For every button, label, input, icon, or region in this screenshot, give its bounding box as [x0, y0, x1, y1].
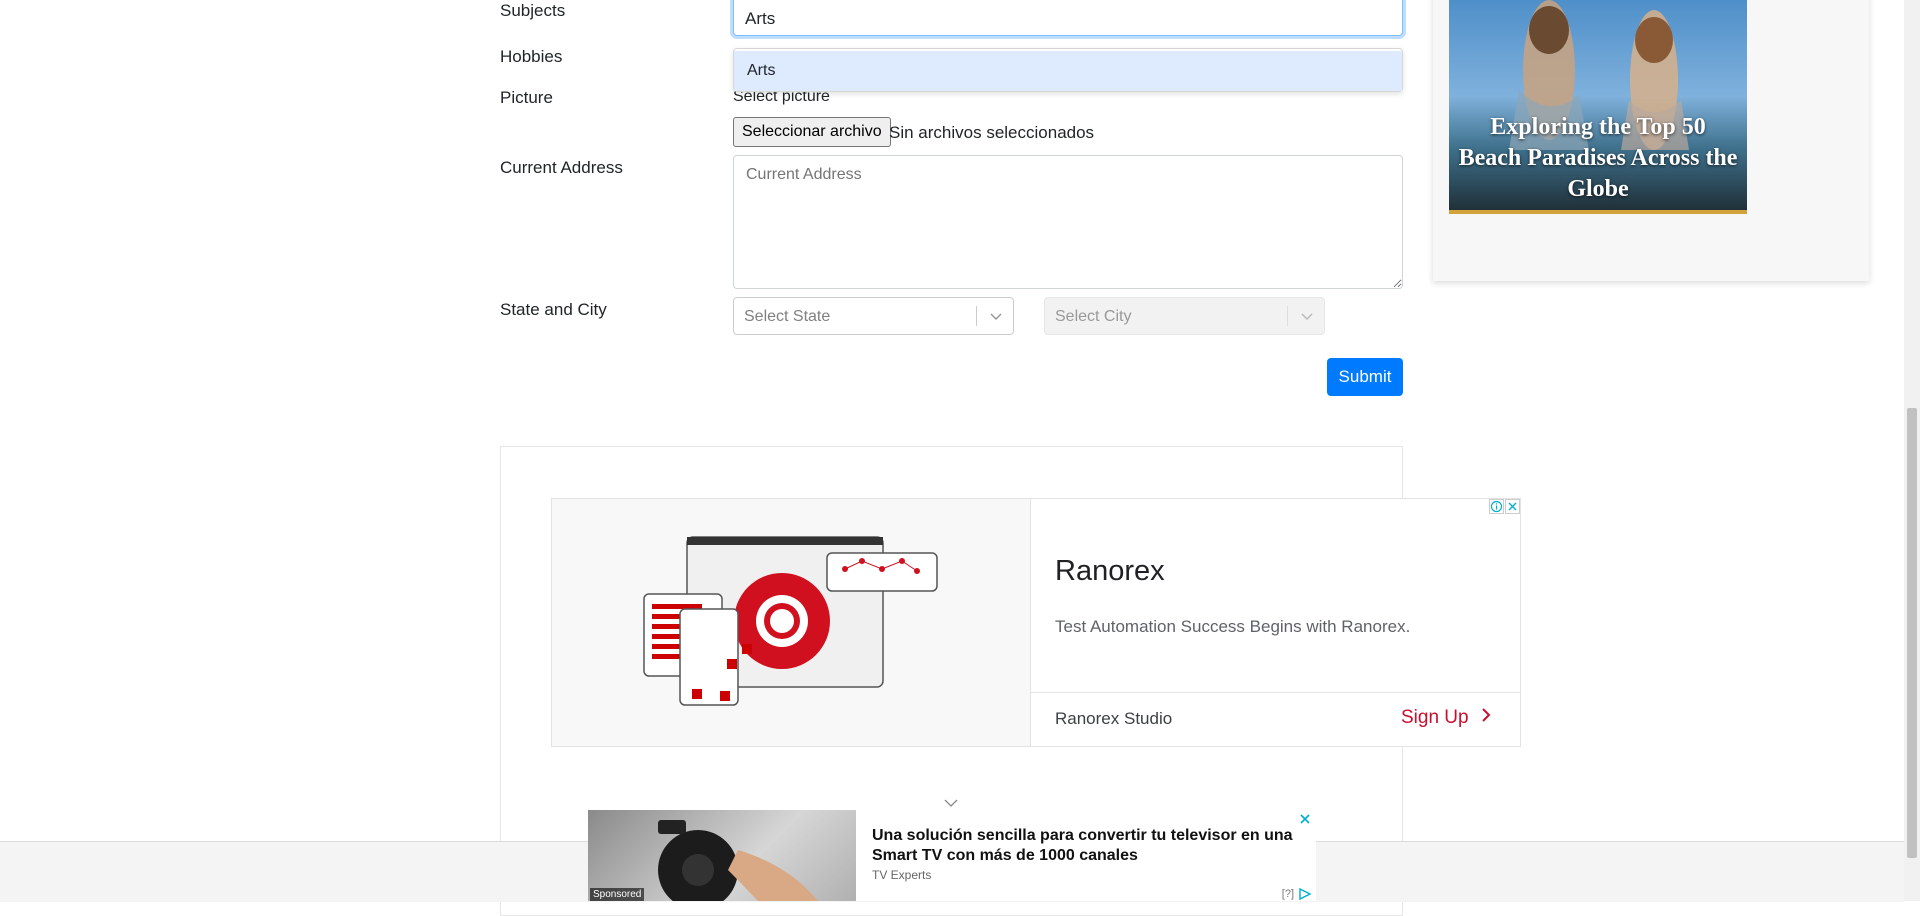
city-select-placeholder: Select City	[1055, 308, 1132, 325]
chevron-right-icon	[1480, 707, 1492, 729]
side-ad-headline: Exploring the Top 50 Beach Paradises Acr…	[1458, 114, 1738, 202]
ranorex-tagline: Test Automation Success Begins with Rano…	[1055, 617, 1411, 636]
subjects-dropdown-menu: Arts	[733, 48, 1403, 92]
sponsored-label: Sponsored	[590, 888, 645, 901]
bottom-ad-source: TV Experts	[872, 868, 932, 882]
subjects-option-arts[interactable]: Arts	[734, 51, 1402, 91]
ranorex-ad-image	[552, 499, 1030, 746]
bottom-ad-close-icon[interactable]	[1298, 812, 1312, 826]
ranorex-product: Ranorex Studio	[1055, 709, 1173, 728]
choose-file-button[interactable]: Seleccionar archivo	[733, 117, 891, 147]
picture-label: Picture	[500, 88, 553, 107]
current-address-label: Current Address	[500, 158, 623, 177]
chevron-down-icon[interactable]	[943, 796, 959, 808]
chevron-down-icon	[1297, 306, 1317, 326]
side-ad-container: Exploring the Top 50 Beach Paradises Acr…	[1433, 0, 1869, 281]
chevron-down-icon	[986, 306, 1006, 326]
subjects-label: Subjects	[500, 1, 566, 20]
ranorex-signup-link[interactable]: Sign Up	[1401, 707, 1492, 729]
subjects-input-value: Arts	[745, 9, 776, 28]
city-select[interactable]: Select City	[1044, 297, 1325, 335]
close-ad-icon[interactable]	[1505, 499, 1520, 514]
state-select-placeholder: Select State	[744, 308, 831, 325]
page-scrollbar-thumb[interactable]	[1907, 408, 1917, 858]
hobbies-label: Hobbies	[500, 47, 563, 66]
bottom-ad-title: Una solución sencilla para convertir tu …	[872, 827, 1293, 864]
bottom-native-ad[interactable]: Sponsored Una solución sencilla para con…	[588, 810, 1316, 901]
subjects-input[interactable]: Arts	[733, 0, 1403, 36]
adchoices-info-icon[interactable]	[1489, 499, 1504, 514]
current-address-textarea[interactable]	[733, 155, 1403, 289]
side-ad-image[interactable]: Exploring the Top 50 Beach Paradises Acr…	[1449, 0, 1747, 214]
bottom-ad-image: Sponsored	[588, 810, 856, 901]
automation-gear-illustration	[643, 536, 938, 706]
state-city-label: State and City	[500, 300, 607, 319]
ranorex-brand: Ranorex	[1055, 555, 1165, 587]
adchoices-icon[interactable]	[1298, 887, 1312, 901]
submit-button[interactable]: Submit	[1327, 358, 1403, 396]
state-select[interactable]: Select State	[733, 297, 1014, 335]
ranorex-ad[interactable]: Ranorex Test Automation Success Begins w…	[551, 498, 1521, 747]
signup-label: Sign Up	[1401, 707, 1469, 729]
file-status-text: Sin archivos seleccionados	[889, 123, 1095, 142]
bottom-ad-help[interactable]: [?]	[1282, 888, 1294, 900]
